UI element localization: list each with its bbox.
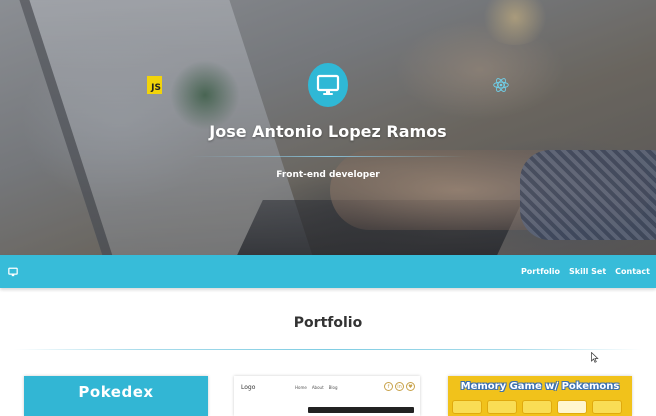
project-title: Memory Game w/ Pokemons	[460, 381, 620, 392]
blog-hero-bar	[308, 407, 414, 413]
mouse-cursor-icon	[591, 352, 599, 363]
memory-tile	[487, 400, 517, 414]
project-card-memory-game[interactable]: Memory Game w/ Pokemons	[448, 376, 632, 416]
navbar: Portfolio Skill Set Contact	[0, 255, 656, 288]
blog-nav-item: Home	[295, 385, 307, 390]
memory-tile	[557, 400, 587, 414]
nav-link-skill-set[interactable]: Skill Set	[569, 267, 606, 276]
blog-nav-item: Blog	[328, 385, 338, 390]
hero-role: Front-end developer	[276, 170, 380, 180]
facebook-icon: f	[384, 382, 393, 391]
memory-tiles	[452, 400, 622, 414]
monitor-icon	[316, 74, 340, 95]
hero-banner: JS Jose Antonio Lopez Ramos Front-end de…	[0, 0, 656, 255]
nav-link-portfolio[interactable]: Portfolio	[521, 267, 560, 276]
memory-tile	[452, 400, 482, 414]
linkedin-icon: in	[395, 382, 404, 391]
memory-tile	[592, 400, 622, 414]
memory-tile	[522, 400, 552, 414]
blog-nav: Home About Blog	[295, 385, 337, 390]
project-title: Pokedex	[78, 383, 154, 401]
section-title: Portfolio	[293, 315, 363, 331]
nav-links: Portfolio Skill Set Contact	[521, 255, 650, 288]
project-card-pokedex[interactable]: Pokedex	[24, 376, 208, 416]
heart-icon: ♥	[406, 382, 415, 391]
project-card-blog[interactable]: Logo Home About Blog f in ♥	[234, 376, 420, 416]
blog-social-icons: f in ♥	[384, 382, 415, 391]
profile-logo	[308, 63, 348, 107]
blog-logo-text: Logo	[241, 384, 256, 391]
monitor-icon[interactable]	[8, 267, 18, 277]
hero-divider	[190, 156, 466, 157]
blog-nav-item: About	[311, 385, 324, 390]
hero-name: Jose Antonio Lopez Ramos	[209, 122, 447, 141]
react-logo-icon	[493, 78, 509, 92]
js-logo-icon: JS	[147, 76, 162, 94]
section-divider	[14, 349, 642, 350]
nav-link-contact[interactable]: Contact	[615, 267, 650, 276]
